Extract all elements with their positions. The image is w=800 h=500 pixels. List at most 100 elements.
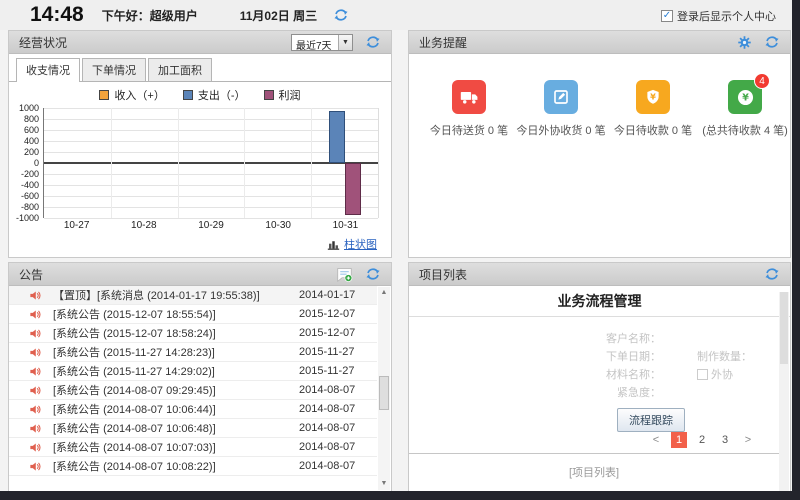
page-3[interactable]: 3 bbox=[717, 432, 733, 448]
business-status-body: 收支情况下单情况加工面积 收入（+） 支出（-） 利润 10008006004002… bbox=[9, 54, 391, 257]
checkbox-unchecked-icon[interactable] bbox=[697, 369, 708, 380]
reminder-label: 今日待送货 0 笔 bbox=[430, 122, 508, 138]
project-scrollbar[interactable] bbox=[779, 292, 789, 495]
reminder-item[interactable]: 今日待送货 0 笔 bbox=[423, 80, 515, 138]
material-name-label: 材料名称： bbox=[513, 366, 661, 382]
announcement-scrollbar[interactable]: ▲ ▼ bbox=[378, 287, 390, 490]
announcement-date: 2015-11-27 bbox=[299, 365, 377, 377]
personal-center-toggle[interactable]: ✓ 登录后显示个人中心 bbox=[661, 8, 776, 24]
gridline bbox=[311, 108, 312, 218]
date-range-select[interactable]: 最近7天 ▼ bbox=[291, 34, 353, 51]
business-reminders-panel: 业务提醒 今日待送货 0 笔今日外协收货 0 笔 ¥ 今日待收款 0 笔 ¥4 (总共待… bbox=[408, 30, 791, 258]
y-tick-label: 800 bbox=[24, 114, 39, 124]
outsource-checkbox[interactable]: 外协 bbox=[697, 366, 733, 382]
announcements-header: 公告 bbox=[9, 263, 391, 286]
y-tick-label: -600 bbox=[21, 191, 39, 201]
chart-type-link[interactable]: 柱状图 bbox=[344, 236, 377, 252]
announcement-date: 2015-11-27 bbox=[299, 346, 377, 358]
announcement-list: 【置顶】[系统消息 (2014-01-17 19:55:38)]2014-01-… bbox=[9, 286, 377, 491]
panel-title: 经营状况 bbox=[19, 34, 67, 51]
chart-plot bbox=[43, 108, 379, 218]
scrollbar-thumb[interactable] bbox=[379, 376, 389, 410]
clock: 14:48 bbox=[30, 3, 84, 27]
announcement-row[interactable]: 【置顶】[系统消息 (2014-01-17 19:55:38)]2014-01-… bbox=[9, 286, 377, 305]
announcement-text: [系统公告 (2015-12-07 18:58:24)] bbox=[53, 325, 299, 341]
announcement-row[interactable]: [系统公告 (2015-12-07 18:55:54)]2015-12-07 bbox=[9, 305, 377, 324]
business-reminders-header: 业务提醒 bbox=[409, 31, 790, 54]
speaker-icon bbox=[29, 422, 42, 435]
announcement-row[interactable]: [系统公告 (2014-08-07 10:07:03)]2014-08-07 bbox=[9, 438, 377, 457]
announcement-text: [系统公告 (2014-08-07 10:06:44)] bbox=[53, 401, 299, 417]
reminder-item[interactable]: ¥4 (总共待收款 4 笔) bbox=[699, 80, 791, 138]
announcements-panel: 公告 【置顶】[系统消息 (2014-01-17 19:55:38)]2014-… bbox=[8, 262, 392, 492]
tab-加工面积[interactable]: 加工面积 bbox=[148, 58, 212, 81]
quantity-label: 制作数量： bbox=[697, 348, 752, 364]
announcement-row[interactable]: [系统公告 (2014-08-07 09:29:45)]2014-08-07 bbox=[9, 381, 377, 400]
window-edge-right bbox=[792, 0, 800, 500]
process-track-button[interactable]: 流程跟踪 bbox=[617, 408, 685, 432]
legend-label: 支出（-） bbox=[198, 87, 246, 103]
announcement-row[interactable]: [系统公告 (2014-08-07 10:06:44)]2014-08-07 bbox=[9, 400, 377, 419]
svg-text:¥: ¥ bbox=[742, 92, 749, 103]
tab-收支情况[interactable]: 收支情况 bbox=[16, 58, 80, 82]
gridline bbox=[244, 108, 245, 218]
yen-circle-icon[interactable]: ¥4 bbox=[728, 80, 762, 114]
announcement-row[interactable]: [系统公告 (2014-08-07 10:08:22)]2014-08-07 bbox=[9, 457, 377, 476]
page-2[interactable]: 2 bbox=[694, 432, 710, 448]
page-1[interactable]: 1 bbox=[671, 432, 687, 448]
announcement-date: 2015-12-07 bbox=[299, 327, 377, 339]
project-list-footer: [项目列表] bbox=[409, 464, 779, 480]
legend-item: 支出（-） bbox=[183, 87, 246, 103]
project-list-body: 业务流程管理 客户名称： 下单日期： 制作数量： 材料名称： 外协 紧急度： 流… bbox=[409, 291, 790, 496]
announcements-body: 【置顶】[系统消息 (2014-01-17 19:55:38)]2014-01-… bbox=[9, 286, 391, 491]
page-prev[interactable]: < bbox=[648, 432, 664, 448]
refresh-icon[interactable] bbox=[333, 7, 349, 23]
date-range-value: 最近7天 bbox=[292, 35, 338, 50]
announcement-date: 2014-01-17 bbox=[299, 289, 377, 301]
chart-bar bbox=[345, 163, 361, 215]
x-tick-label: 10-27 bbox=[43, 220, 110, 231]
edit-icon[interactable] bbox=[544, 80, 578, 114]
gear-icon[interactable] bbox=[737, 35, 752, 50]
page-next[interactable]: > bbox=[740, 432, 756, 448]
x-tick-label: 10-31 bbox=[312, 220, 379, 231]
divider bbox=[409, 316, 790, 317]
refresh-icon[interactable] bbox=[365, 266, 381, 282]
gridline bbox=[44, 207, 378, 208]
announcement-date: 2015-12-07 bbox=[299, 308, 377, 320]
scrollbar-thumb[interactable] bbox=[780, 292, 788, 364]
tab-下单情况[interactable]: 下单情况 bbox=[82, 58, 146, 81]
reminder-label: 今日外协收货 0 笔 bbox=[516, 122, 605, 138]
announcement-row[interactable]: [系统公告 (2014-08-07 10:06:48)]2014-08-07 bbox=[9, 419, 377, 438]
announcement-row[interactable]: [系统公告 (2015-12-07 18:58:24)]2015-12-07 bbox=[9, 324, 377, 343]
panel-title: 项目列表 bbox=[419, 266, 467, 283]
legend-swatch bbox=[183, 90, 193, 100]
reminder-label: 今日待收款 0 笔 bbox=[614, 122, 692, 138]
x-tick-label: 10-29 bbox=[177, 220, 244, 231]
scroll-down-icon[interactable]: ▼ bbox=[378, 478, 390, 490]
gridline bbox=[111, 108, 112, 218]
announcement-row[interactable]: [系统公告 (2015-11-27 14:29:02)]2015-11-27 bbox=[9, 362, 377, 381]
legend-item: 收入（+） bbox=[99, 87, 164, 103]
speaker-icon bbox=[29, 327, 42, 340]
announcement-row[interactable]: [系统公告 (2015-11-27 14:28:23)]2015-11-27 bbox=[9, 343, 377, 362]
refresh-icon[interactable] bbox=[764, 266, 780, 282]
truck-icon[interactable] bbox=[452, 80, 486, 114]
speaker-icon bbox=[29, 346, 42, 359]
reminder-item[interactable]: ¥ 今日待收款 0 笔 bbox=[607, 80, 699, 138]
announcement-date: 2014-08-07 bbox=[299, 384, 377, 396]
reminder-item[interactable]: 今日外协收货 0 笔 bbox=[515, 80, 607, 138]
reminder-label: (总共待收款 4 笔) bbox=[702, 122, 788, 138]
message-add-icon[interactable] bbox=[336, 266, 353, 283]
refresh-icon[interactable] bbox=[365, 34, 381, 50]
scroll-up-icon[interactable]: ▲ bbox=[378, 287, 390, 299]
announcement-text: 【置顶】[系统消息 (2014-01-17 19:55:38)] bbox=[53, 287, 299, 303]
speaker-icon bbox=[29, 308, 42, 321]
chart-area: 10008006004002000-200-400-600-800-1000 1… bbox=[15, 108, 381, 236]
yen-shield-icon[interactable]: ¥ bbox=[636, 80, 670, 114]
legend-label: 利润 bbox=[279, 87, 301, 103]
refresh-icon[interactable] bbox=[764, 34, 780, 50]
checkbox-checked-icon[interactable]: ✓ bbox=[661, 10, 673, 22]
business-status-header: 经营状况 最近7天 ▼ bbox=[9, 31, 391, 54]
chart-y-axis: 10008006004002000-200-400-600-800-1000 bbox=[15, 108, 41, 218]
